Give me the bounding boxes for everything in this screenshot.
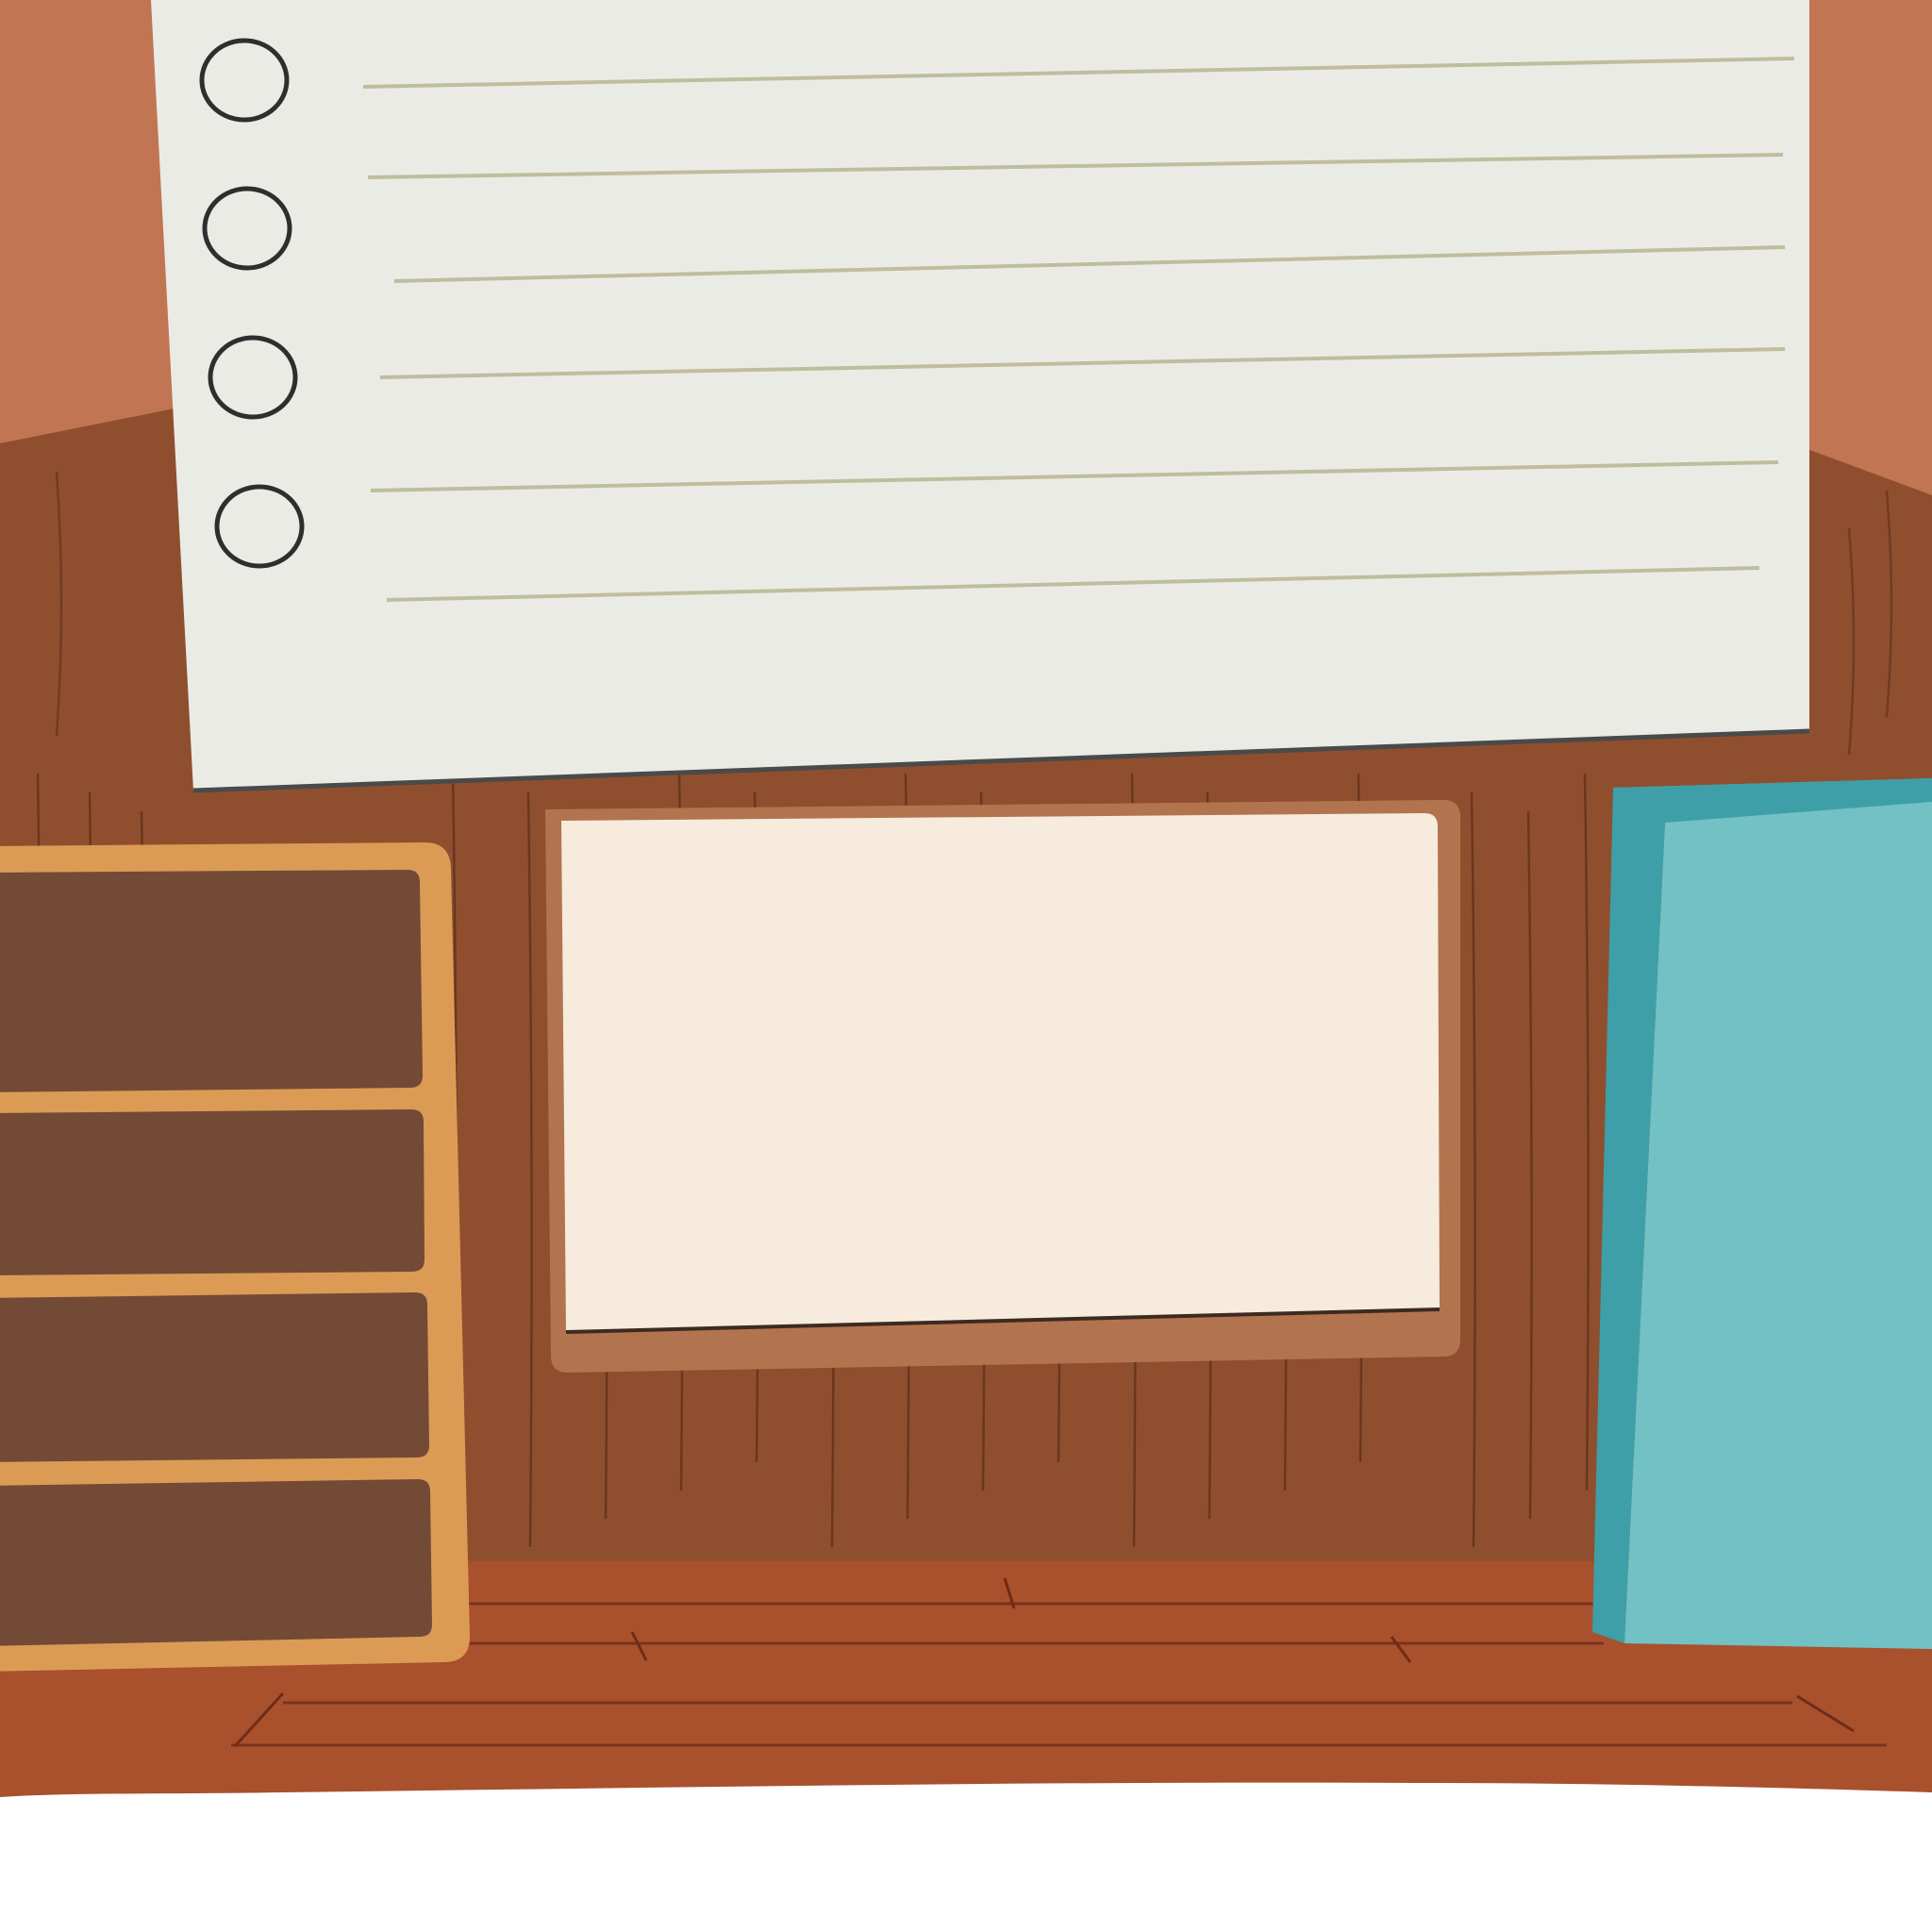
notebook-paper [151,0,1810,793]
drawer-unit [0,842,470,1672]
drawer [0,1292,429,1462]
drawer [0,1479,432,1646]
drawer [0,870,423,1092]
teal-book [1592,778,1932,1649]
drawers [0,870,432,1646]
drawer [0,1109,425,1275]
blank-card [545,800,1460,1373]
book-cover [1613,778,1932,1649]
desk-scene [0,0,1932,1932]
card-face [561,813,1440,1332]
desk-illustration [0,0,1932,1797]
notebook-paper-sheet [151,0,1809,791]
